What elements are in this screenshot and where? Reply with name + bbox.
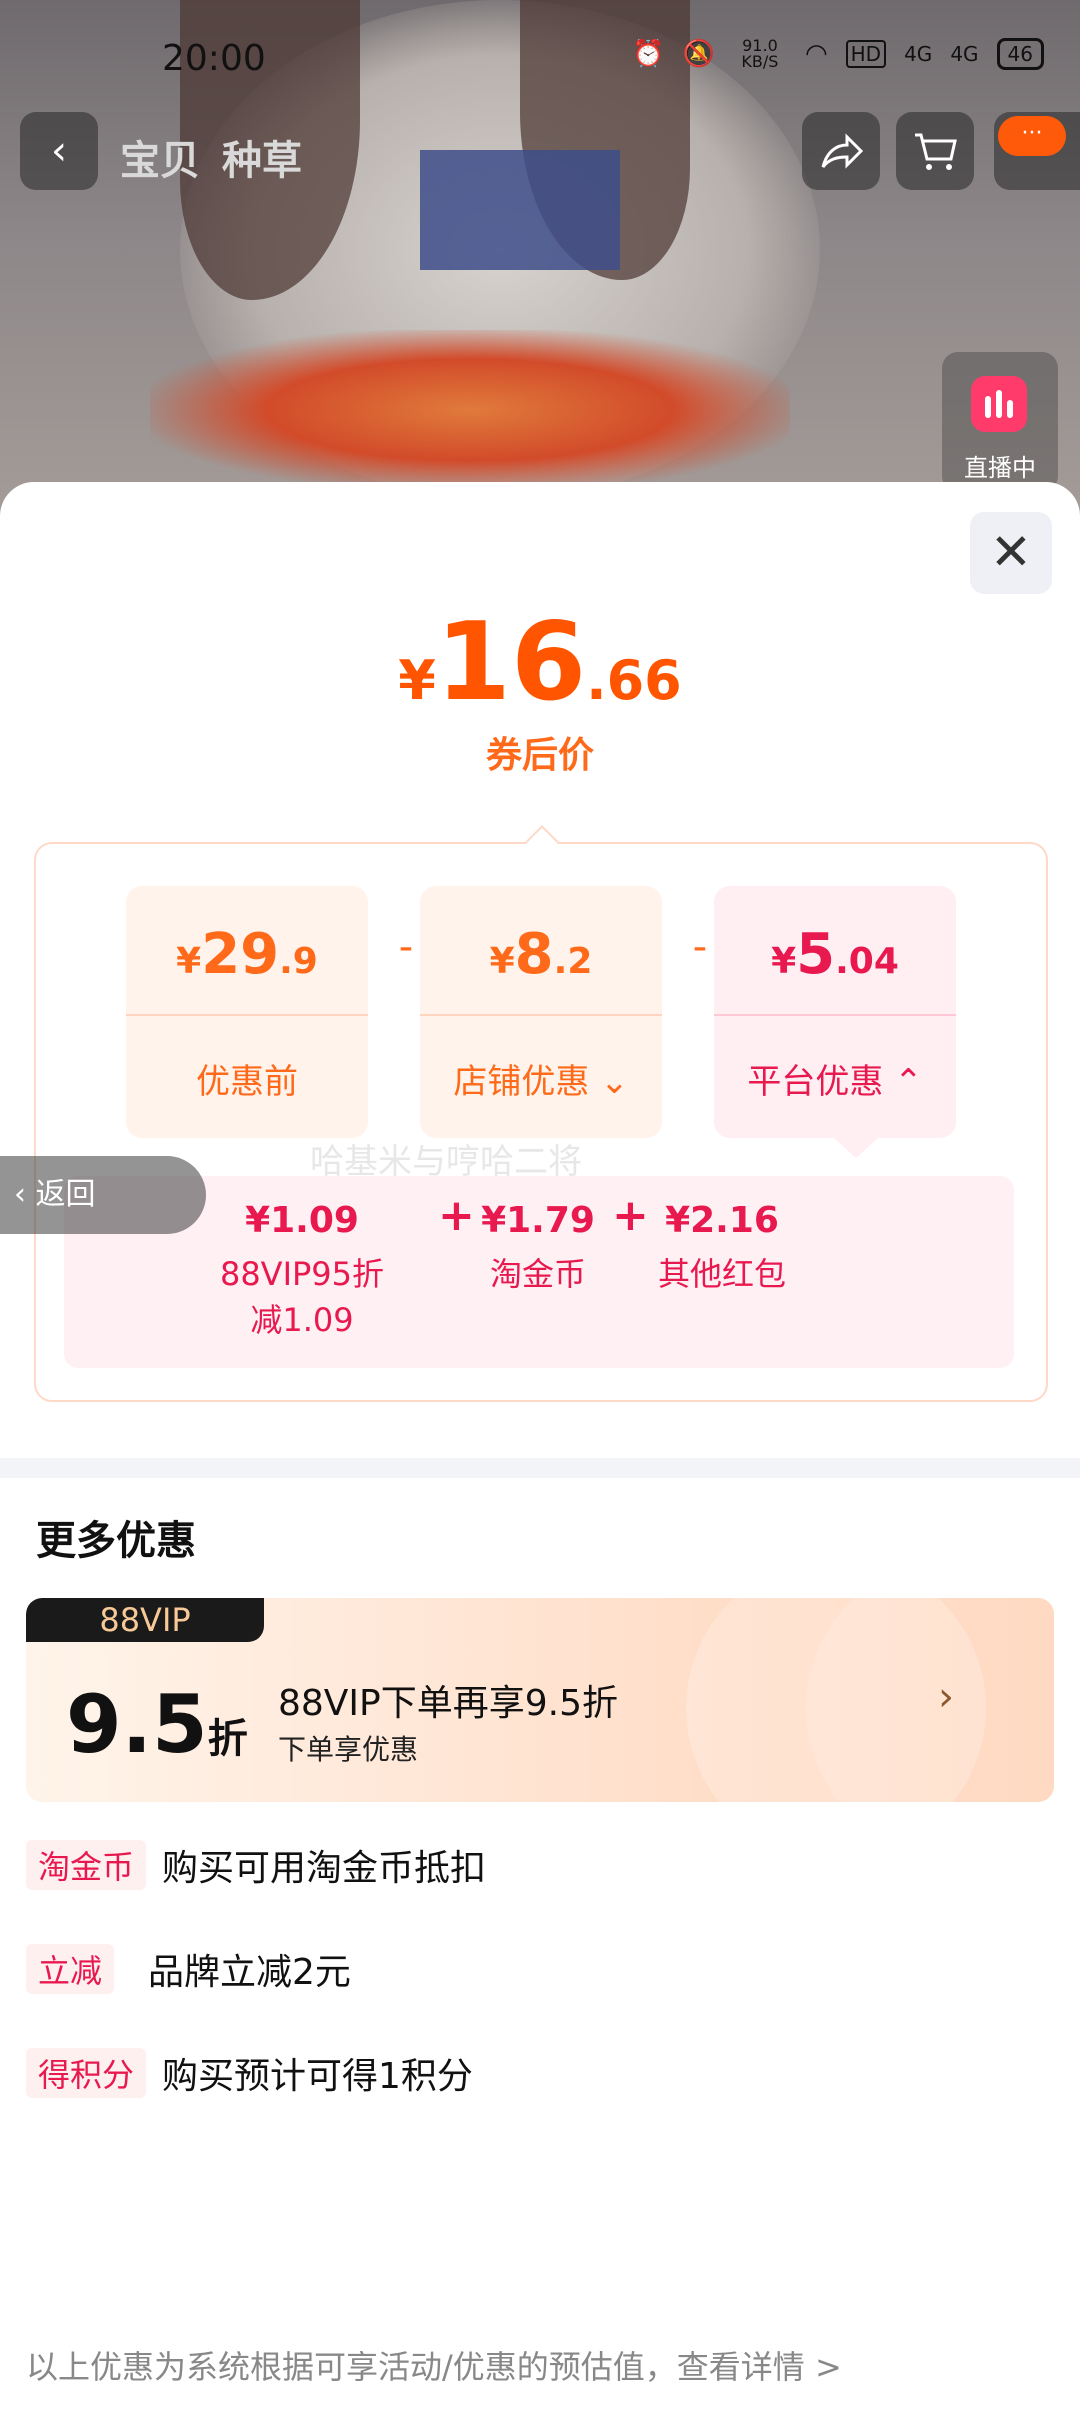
close-button[interactable]: ✕ [970, 512, 1052, 594]
offer-text: 购买可用淘金币抵扣 [162, 1848, 487, 1889]
status-icons: ⏰ 🔕 91.0 KB/S ◠ HD 4G 4G 46 [632, 38, 1044, 70]
live-icon [971, 376, 1027, 432]
return-button[interactable]: ‹ 返回 [0, 1156, 206, 1234]
mute-icon: 🔕 [682, 39, 715, 69]
taojinbi-item: ¥1.79 淘金币 [438, 1200, 638, 1297]
offer-tag: 立减 [26, 1944, 115, 1994]
platform-discount-card[interactable]: ¥5.04 平台优惠 ⌃ [714, 886, 956, 1138]
vip-discount-item: ¥1.09 88VIP95折 减1.09 [202, 1200, 402, 1343]
chevron-right-icon: › [938, 1674, 954, 1720]
share-button[interactable] [802, 112, 880, 190]
chevron-left-icon: ‹ [14, 1177, 26, 1212]
chevron-down-icon: ⌄ [600, 1062, 629, 1102]
vip-discount-amount: ¥1.09 [245, 1200, 359, 1241]
other-redpacket-amount: ¥2.16 [665, 1200, 779, 1241]
final-price-integer: 16 [435, 600, 587, 725]
tab-zhongcao[interactable]: 种草 [222, 128, 302, 186]
other-redpacket-desc: 其他红包 [657, 1255, 786, 1293]
battery-icon: 46 [996, 38, 1044, 70]
tab-baobei[interactable]: 宝贝 [120, 128, 200, 186]
status-time: 20:00 [162, 38, 266, 79]
alarm-icon: ⏰ [632, 39, 665, 69]
video-snack-shape [150, 330, 790, 490]
return-label: 返回 [35, 1177, 96, 1212]
vip-discount-desc: 88VIP95折 [219, 1255, 385, 1293]
vip-offer-subtitle: 下单享优惠 [278, 1733, 419, 1766]
live-label: 直播中 [964, 454, 1036, 482]
taojinbi-amount: ¥1.79 [481, 1200, 595, 1241]
store-discount-card[interactable]: ¥8.2 店铺优惠 ⌄ [420, 886, 662, 1138]
taojinbi-desc: 淘金币 [489, 1255, 586, 1293]
platform-pointer [834, 1138, 878, 1158]
store-discount-label: 店铺优惠 [453, 1062, 590, 1102]
live-indicator[interactable]: 直播中 [942, 352, 1058, 492]
final-price-decimal: .66 [586, 649, 682, 712]
other-redpacket-item: ¥2.16 其他红包 [622, 1200, 822, 1297]
top-navigation: ‹ 宝贝 种草 ··· [0, 112, 1080, 192]
close-icon: ✕ [990, 523, 1032, 581]
cart-icon [915, 133, 957, 170]
store-discount-integer: 8 [514, 922, 554, 987]
wifi-icon: ◠ [804, 39, 828, 69]
platform-discount-integer: 5 [796, 922, 836, 987]
vip-offer-title: 88VIP下单再享9.5折 [278, 1683, 619, 1724]
offer-row: 淘金币 购买可用淘金币抵扣 [26, 1840, 486, 1890]
net-speed: 91.0 KB/S [741, 36, 779, 71]
signal-icon: 4G [904, 42, 933, 66]
original-price-integer: 29 [201, 922, 280, 987]
original-price-card: ¥29.9 优惠前 [126, 886, 368, 1138]
final-price-label: 券后价 [485, 735, 594, 776]
hd-icon: HD [845, 40, 887, 68]
more-offers-title: 更多优惠 [36, 1518, 196, 1564]
cart-button[interactable] [896, 112, 974, 190]
chevron-up-icon: ⌃ [894, 1062, 923, 1102]
signal-icon: 4G [950, 42, 979, 66]
original-price-label: 优惠前 [196, 1062, 298, 1102]
final-price: ¥16.66 [0, 600, 1080, 725]
offer-tag: 淘金币 [26, 1840, 147, 1890]
section-divider [0, 1458, 1080, 1478]
platform-discount-label: 平台优惠 [747, 1062, 884, 1102]
footer-note-link[interactable]: 以上优惠为系统根据可享活动/优惠的预估值，查看详情 > [26, 2342, 842, 2388]
back-button[interactable]: ‹ [20, 112, 98, 190]
watermark-text: 哈基米与哼哈二将 [310, 1142, 582, 1182]
platform-discount-details: ¥1.09 88VIP95折 减1.09 + ¥1.79 淘金币 + ¥2.16… [64, 1176, 1014, 1368]
discount-detail-sheet: ✕ ¥16.66 券后价 ¥29.9 优惠前 - ¥8.2 店铺优惠 ⌄ - ¥… [0, 482, 1080, 2412]
chevron-left-icon: ‹ [51, 128, 67, 174]
status-bar: 20:00 ⏰ 🔕 91.0 KB/S ◠ HD 4G 4G 46 [0, 0, 1080, 120]
share-icon [821, 133, 864, 169]
offer-row: 立减 品牌立减2元 [26, 1944, 351, 1994]
offer-text: 购买预计可得1积分 [162, 2056, 473, 2097]
more-badge: ··· [998, 116, 1066, 156]
vip-tag: 88VIP [26, 1598, 264, 1642]
price-breakdown-box: ¥29.9 优惠前 - ¥8.2 店铺优惠 ⌄ - ¥5.04 平台优惠 ⌃ ¥… [34, 825, 1048, 1402]
offer-text: 品牌立减2元 [148, 1952, 351, 1993]
vip-discount-value: 9.5折 [66, 1678, 248, 1771]
final-price-currency: ¥ [398, 649, 436, 712]
offer-tag: 得积分 [26, 2048, 147, 2098]
vip-discount-desc2: 减1.09 [250, 1301, 354, 1339]
vip-offer-card[interactable]: 88VIP 9.5折 88VIP下单再享9.5折 下单享优惠 › [26, 1598, 1054, 1802]
live-video-background: 20:00 ⏰ 🔕 91.0 KB/S ◠ HD 4G 4G 46 ‹ 宝贝 种… [0, 0, 1080, 520]
breakdown-pointer [525, 825, 559, 859]
offer-row: 得积分 购买预计可得1积分 [26, 2048, 473, 2098]
